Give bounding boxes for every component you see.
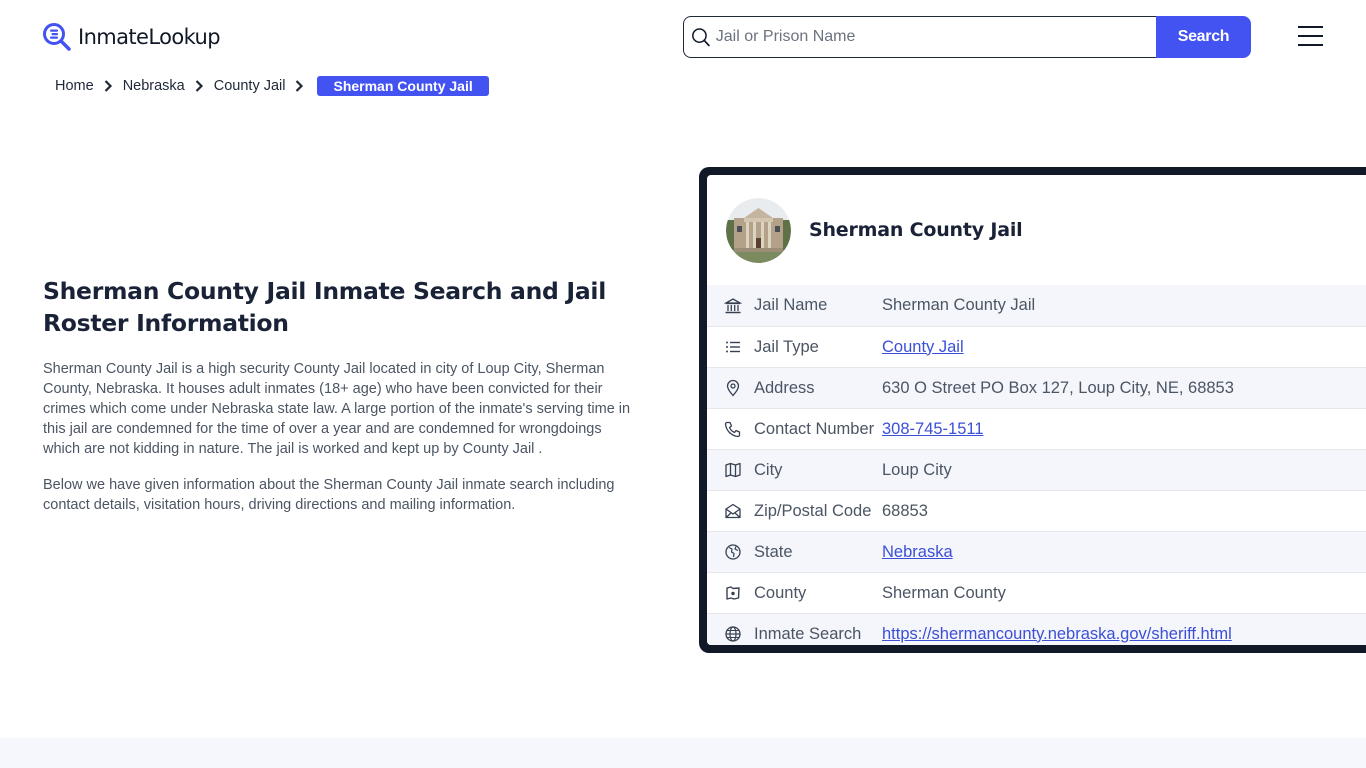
breadcrumb-county-jail[interactable]: County Jail: [214, 78, 286, 94]
map-pin-icon: [726, 379, 740, 397]
menu-bar: [1298, 35, 1323, 37]
row-label: Jail Type: [754, 337, 819, 356]
intro-paragraph: Below we have given information about th…: [43, 477, 615, 513]
building-columns-icon: [724, 297, 742, 313]
menu-bar: [1298, 26, 1323, 28]
chevron-right-icon: [104, 80, 112, 92]
phone-link[interactable]: 308-745-1511: [882, 420, 984, 439]
info-row-contact-number: Contact Number 308-745-1511: [707, 408, 1366, 449]
info-row-jail-type: Jail Type County Jail: [707, 326, 1366, 367]
row-value: Sherman County Jail: [882, 296, 1036, 314]
jail-info-card: Sherman County Jail Jail Name Sherman Co…: [699, 167, 1366, 653]
row-label: Zip/Postal Code: [754, 501, 872, 520]
row-value: 630 O Street PO Box 127, Loup City, NE, …: [882, 378, 1234, 397]
card-body: Sherman County Jail Jail Name Sherman Co…: [707, 175, 1366, 645]
logo-magnifier-icon: [43, 23, 71, 51]
page-title: Sherman County Jail Inmate Search and Ja…: [43, 277, 606, 337]
info-table: Jail Name Sherman County Jail Jail Type …: [707, 285, 1366, 645]
row-value: Loup City: [882, 460, 952, 479]
info-row-inmate-search: Inmate Search https://shermancounty.nebr…: [707, 613, 1366, 645]
world-icon: [725, 626, 741, 642]
list-icon: [726, 341, 740, 353]
map-icon: [725, 462, 741, 478]
jail-avatar-image: [726, 197, 791, 263]
row-label: Jail Name: [754, 296, 828, 314]
footer-band: [0, 738, 1366, 768]
intro-section: Sherman County Jail Inmate Search and Ja…: [43, 275, 638, 531]
row-label: City: [754, 460, 783, 479]
site-logo[interactable]: InmateLookup: [42, 22, 221, 52]
jail-search-form: Search: [683, 16, 1251, 58]
breadcrumb: Home Nebraska County Jail Sherman County…: [55, 76, 489, 96]
chevron-right-icon: [195, 80, 203, 92]
row-label: Inmate Search: [754, 624, 862, 643]
globe-region-icon: [725, 544, 741, 560]
info-row-county: County Sherman County: [707, 572, 1366, 613]
chevron-right-icon: [296, 80, 304, 92]
info-row-zip-code: Zip/Postal Code 68853: [707, 490, 1366, 531]
row-value: Sherman County: [882, 583, 1006, 602]
breadcrumb-current: Sherman County Jail: [317, 76, 489, 96]
search-box: [683, 16, 1156, 58]
intro-paragraph: Sherman County Jail is a high security C…: [43, 361, 631, 457]
breadcrumb-nebraska[interactable]: Nebraska: [123, 78, 185, 94]
county-map-icon: [726, 586, 740, 600]
search-button[interactable]: Search: [1156, 16, 1251, 58]
menu-bar: [1298, 44, 1323, 46]
row-label: State: [754, 542, 793, 561]
inmate-search-link[interactable]: https://shermancounty.nebraska.gov/sheri…: [882, 625, 1232, 644]
card-header: Sherman County Jail: [707, 175, 1366, 285]
search-icon: [692, 28, 710, 47]
row-label: Address: [754, 378, 815, 397]
info-row-jail-name: Jail Name Sherman County Jail: [707, 285, 1366, 326]
row-value: 68853: [882, 501, 928, 520]
hamburger-menu-button[interactable]: [1298, 26, 1324, 48]
info-row-address: Address 630 O Street PO Box 127, Loup Ci…: [707, 367, 1366, 408]
breadcrumb-home[interactable]: Home: [55, 78, 94, 94]
info-row-city: City Loup City: [707, 449, 1366, 490]
jail-type-link[interactable]: County Jail: [882, 338, 964, 357]
phone-icon: [724, 421, 741, 438]
site-header: InmateLookup Search: [0, 0, 1366, 72]
row-label: Contact Number: [754, 419, 875, 438]
state-link[interactable]: Nebraska: [882, 543, 953, 562]
logo-text: InmateLookup: [78, 25, 221, 49]
row-label: County: [754, 583, 807, 602]
card-title: Sherman County Jail: [809, 219, 1023, 241]
search-input[interactable]: [715, 28, 1156, 46]
info-row-state: State Nebraska: [707, 531, 1366, 572]
mail-open-icon: [725, 503, 741, 519]
